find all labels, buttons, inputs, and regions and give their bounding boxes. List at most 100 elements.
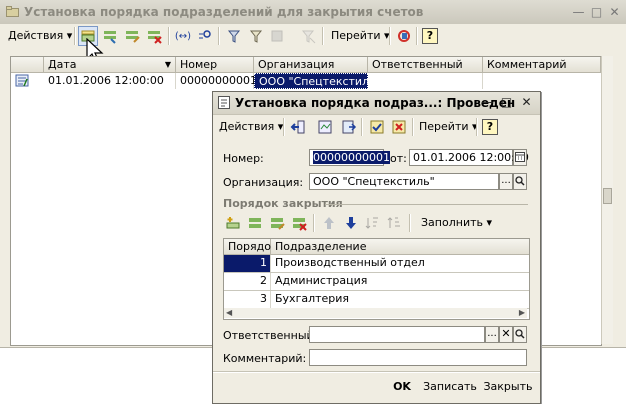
table-hscrollbar[interactable]: ◀ ▶ bbox=[224, 308, 527, 318]
fill-menu-label: Заполнить bbox=[421, 216, 483, 229]
table-row[interactable]: 2 Администрация bbox=[224, 273, 529, 290]
organization-field[interactable]: ООО "Спецтекстиль" bbox=[309, 173, 499, 190]
edit-icon[interactable] bbox=[122, 26, 142, 46]
list-scrollbar[interactable] bbox=[601, 56, 613, 344]
unpost-icon[interactable] bbox=[389, 117, 409, 137]
scroll-left-icon[interactable]: ◀ bbox=[226, 308, 232, 317]
goto-menu-label: Перейти bbox=[419, 120, 469, 133]
table-row[interactable]: 3 Бухгалтерия bbox=[224, 291, 529, 308]
movements-icon[interactable] bbox=[339, 117, 359, 137]
scroll-right-icon[interactable]: ▶ bbox=[519, 308, 525, 317]
table-row[interactable]: 01.01.2006 12:00:00 00000000001 ООО "Спе… bbox=[11, 73, 601, 89]
sort-icon[interactable] bbox=[224, 26, 244, 46]
toolbar-separator bbox=[476, 118, 478, 136]
filter-list-icon[interactable] bbox=[268, 26, 288, 46]
edit-row-icon[interactable] bbox=[267, 213, 287, 233]
minimize-button[interactable]: — bbox=[479, 95, 496, 110]
sort-desc-icon: ▼ bbox=[164, 60, 171, 69]
column-header-date[interactable]: Дата ▼ bbox=[44, 57, 176, 73]
column-header-icon bbox=[11, 57, 44, 73]
goto-menu[interactable]: Перейти ▾ bbox=[419, 118, 478, 136]
interval-icon[interactable]: (↔) bbox=[173, 26, 193, 46]
save-button[interactable]: Записать bbox=[422, 378, 478, 396]
cell-comment bbox=[483, 73, 601, 89]
section-divider bbox=[325, 204, 528, 205]
toolbar-separator bbox=[168, 27, 170, 45]
cell-order: 3 bbox=[224, 291, 271, 308]
list-window-titlebar[interactable]: Установка порядка подразделений для закр… bbox=[0, 0, 626, 24]
table-toolbar: Заполнить ▾ bbox=[221, 212, 526, 234]
column-header-organization[interactable]: Организация bbox=[254, 57, 368, 73]
actions-menu[interactable]: Действия ▾ bbox=[219, 118, 283, 136]
table-row[interactable]: 1 Производственный отдел bbox=[224, 255, 529, 272]
move-down-icon[interactable] bbox=[341, 213, 361, 233]
sort-desc-icon[interactable] bbox=[385, 213, 405, 233]
number-value: 00000000001 bbox=[313, 151, 390, 164]
refresh-icon[interactable] bbox=[394, 26, 414, 46]
toolbar-separator bbox=[283, 118, 285, 136]
open-icon[interactable] bbox=[513, 326, 527, 343]
minimize-button[interactable]: — bbox=[570, 5, 587, 20]
cell-order: 1 bbox=[224, 255, 271, 272]
column-header-comment[interactable]: Комментарий bbox=[483, 57, 601, 73]
dialog-title: Установка порядка подраз...: Проведен bbox=[235, 96, 516, 110]
column-header-order[interactable]: Порядок bbox=[224, 239, 278, 255]
dialog-toolbar: Действия ▾ Перейти ▾ ? bbox=[213, 115, 540, 139]
document-icon bbox=[218, 96, 231, 112]
cell-order: 2 bbox=[224, 273, 271, 290]
goto-menu[interactable]: Перейти ▾ bbox=[331, 27, 390, 45]
select-button[interactable]: ... bbox=[499, 173, 513, 190]
column-header-responsible[interactable]: Ответственный bbox=[368, 57, 483, 73]
cell-date: 01.01.2006 12:00:00 bbox=[44, 73, 176, 89]
move-up-icon[interactable] bbox=[319, 213, 339, 233]
number-field[interactable]: 00000000001 bbox=[309, 149, 390, 166]
move-prev-icon[interactable] bbox=[288, 117, 308, 137]
comment-field[interactable] bbox=[309, 349, 527, 366]
column-header-department[interactable]: Подразделение bbox=[271, 239, 529, 255]
clear-icon[interactable]: ✕ bbox=[499, 326, 513, 343]
find-icon[interactable] bbox=[195, 26, 215, 46]
actions-menu-label: Действия bbox=[219, 120, 275, 133]
folder-icon bbox=[6, 6, 19, 17]
maximize-button[interactable]: □ bbox=[588, 5, 605, 20]
cell-department: Бухгалтерия bbox=[275, 292, 350, 305]
actions-menu[interactable]: Действия ▾ bbox=[8, 27, 72, 45]
help-button[interactable]: ? bbox=[482, 119, 498, 135]
comment-label: Комментарий: bbox=[223, 352, 307, 365]
organization-label: Организация: bbox=[223, 176, 304, 189]
responsible-field[interactable] bbox=[309, 326, 485, 343]
select-button[interactable]: ... bbox=[485, 326, 499, 343]
maximize-button[interactable]: □ bbox=[498, 95, 515, 110]
ok-button[interactable]: OK bbox=[389, 378, 415, 396]
column-header-number[interactable]: Номер bbox=[176, 57, 254, 73]
document-dialog: Установка порядка подраз...: Проведен — … bbox=[212, 91, 541, 404]
clear-filter-icon[interactable] bbox=[298, 26, 318, 46]
actions-menu-label: Действия bbox=[8, 29, 64, 42]
filter-icon[interactable] bbox=[246, 26, 266, 46]
date-field[interactable]: 01.01.2006 12:00:00 bbox=[409, 149, 529, 166]
cell-department: Администрация bbox=[275, 274, 368, 287]
copy-row-icon[interactable] bbox=[245, 213, 265, 233]
calendar-icon[interactable] bbox=[513, 149, 527, 166]
number-label: Номер: bbox=[223, 152, 264, 165]
toolbar-separator bbox=[361, 118, 363, 136]
delete-mark-icon[interactable] bbox=[144, 26, 164, 46]
structure-icon[interactable] bbox=[315, 117, 335, 137]
open-icon[interactable] bbox=[513, 173, 527, 190]
help-button[interactable]: ? bbox=[422, 28, 438, 44]
dialog-titlebar[interactable]: Установка порядка подраз...: Проведен — … bbox=[213, 92, 540, 115]
close-button[interactable]: ✕ bbox=[606, 5, 623, 20]
delete-row-icon[interactable] bbox=[289, 213, 309, 233]
goto-menu-label: Перейти bbox=[331, 29, 381, 42]
toolbar-separator bbox=[218, 27, 220, 45]
post-icon[interactable] bbox=[367, 117, 387, 137]
close-button[interactable]: ✕ bbox=[518, 95, 535, 110]
cell-organization[interactable]: ООО "Спецтекстиль" bbox=[254, 73, 381, 89]
fill-menu[interactable]: Заполнить ▾ bbox=[421, 214, 492, 232]
cell-responsible bbox=[368, 73, 483, 89]
toolbar-separator bbox=[74, 27, 76, 45]
sort-asc-icon[interactable] bbox=[363, 213, 383, 233]
scrollbar-thumb[interactable] bbox=[603, 188, 612, 204]
close-dialog-button[interactable]: Закрыть bbox=[482, 378, 534, 396]
add-row-icon[interactable] bbox=[223, 213, 243, 233]
